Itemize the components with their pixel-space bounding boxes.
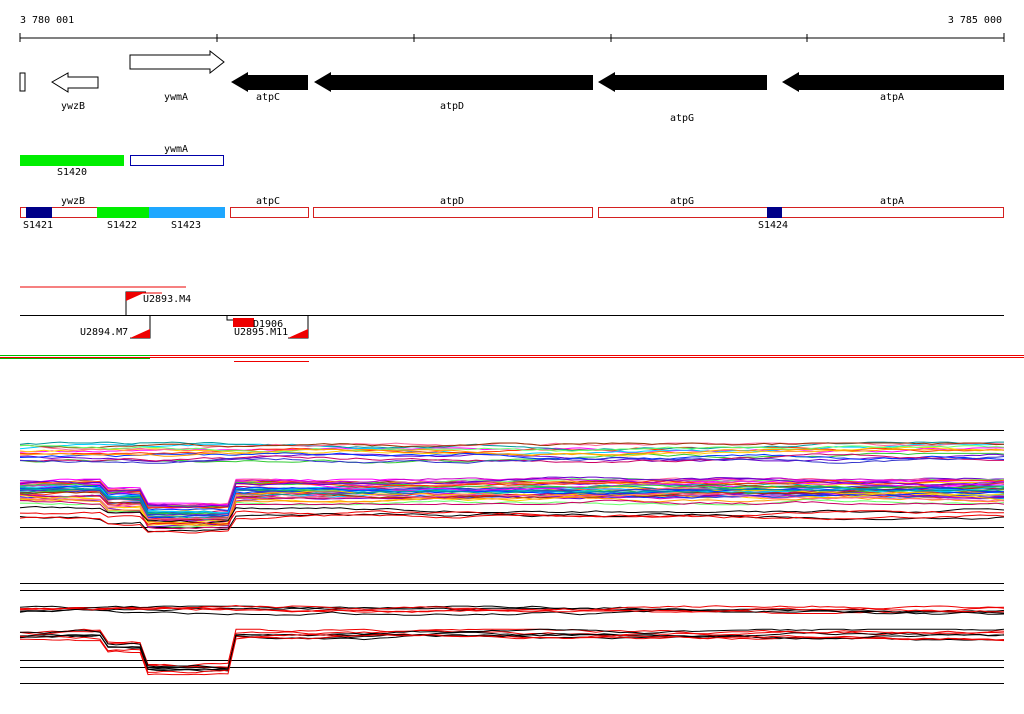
transcript-label-atpG: atpG — [670, 196, 694, 207]
transcript-label-ywzB: ywzB — [61, 196, 85, 207]
transcript-atpD[interactable] — [313, 207, 593, 218]
segment-S1422[interactable] — [97, 207, 149, 218]
segment-S1420[interactable] — [20, 155, 124, 166]
gene-atpG-arrow[interactable] — [598, 72, 767, 92]
gene-track: ywzB ywmA atpC atpD atpG atpA — [19, 49, 1004, 124]
segment-label-S1424: S1424 — [758, 220, 788, 231]
gene-label-atpA: atpA — [880, 92, 904, 103]
gene-atpC-arrow[interactable] — [231, 72, 308, 92]
gene-label-ywmA: ywmA — [164, 92, 188, 103]
segment-track-lower: ywzB atpC atpD atpG atpA S1421 S1422 S14… — [20, 196, 1004, 231]
probe-D1906-box[interactable] — [233, 318, 254, 327]
segment-label-S1423: S1423 — [171, 220, 201, 231]
transcript-label-atpC: atpC — [256, 196, 280, 207]
gene-ywzB-arrow[interactable] — [51, 72, 99, 93]
transcript-ywmA[interactable] — [130, 155, 224, 166]
gene-label-ywzB: ywzB — [61, 101, 85, 112]
expression-panel-multicolor — [19, 430, 1005, 534]
probe-track: U2893.M4 U2894.M7 D1906 U2895.M11 — [20, 286, 1004, 339]
gene-ywmA-arrow[interactable] — [129, 49, 225, 75]
transcript-label-atpD: atpD — [440, 196, 464, 207]
genome-browser-view: 3 780 001 3 785 000 ywzB ywmA atpC atpD … — [0, 15, 1024, 684]
probe-U2894-marker[interactable] — [130, 329, 150, 338]
transcript-atpG-atpA[interactable] — [598, 207, 1004, 218]
segment-label-S1422: S1422 — [107, 220, 137, 231]
probe-U2895-marker[interactable] — [288, 329, 308, 338]
gene-fragment[interactable] — [19, 72, 26, 92]
gene-label-atpC: atpC — [256, 92, 280, 103]
gene-label-atpG: atpG — [670, 113, 694, 124]
segment-S1423[interactable] — [149, 207, 225, 218]
coordinate-ruler: 3 780 001 3 785 000 — [19, 15, 1005, 42]
gene-label-atpD: atpD — [440, 101, 464, 112]
ruler-end-label: 3 785 000 — [948, 15, 1002, 26]
segment-label-S1421: S1421 — [23, 220, 53, 231]
segment-label-S1420: S1420 — [57, 167, 87, 178]
transcript-label-atpA: atpA — [880, 196, 904, 207]
segment-S1421[interactable] — [26, 207, 52, 218]
ruler-start-label: 3 780 001 — [20, 15, 74, 26]
gene-atpD-arrow[interactable] — [314, 72, 593, 92]
expression-panel-tiling — [19, 583, 1005, 684]
probe-label-U2894: U2894.M7 — [80, 327, 128, 338]
track-divider — [0, 355, 1024, 362]
transcript-label-ywmA: ywmA — [164, 144, 188, 155]
segment-S1424[interactable] — [767, 207, 782, 218]
gene-atpA-arrow[interactable] — [782, 72, 1004, 92]
segment-track-upper: S1420 ywmA — [20, 144, 224, 178]
tiling-lower-line — [20, 628, 1005, 670]
probe-label-U2895: U2895.M11 — [234, 327, 288, 338]
transcript-atpC[interactable] — [230, 207, 309, 218]
probe-label-U2893: U2893.M4 — [143, 294, 191, 305]
